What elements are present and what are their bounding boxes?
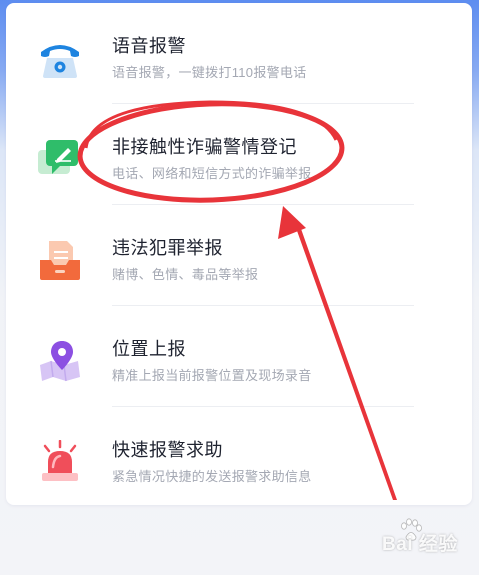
menu-item-title: 位置上报: [112, 339, 186, 359]
menu-item-desc: 紧急情况快捷的发送报警求助信息: [112, 469, 312, 484]
menu-item-title: 非接触性诈骗警情登记: [112, 137, 297, 157]
watermark-text: Bai 经验: [382, 534, 458, 555]
menu-item-desc: 电话、网络和短信方式的诈骗举报: [112, 166, 312, 181]
menu-item-title: 违法犯罪举报: [112, 238, 223, 258]
menu-item-desc: 语音报警，一键拨打110报警电话: [112, 65, 307, 80]
chat-edit-icon: [38, 137, 82, 181]
menu-item-crime-report[interactable]: 违法犯罪举报 赌博、色情、毒品等举报: [6, 205, 472, 306]
menu-item-desc: 精准上报当前报警位置及现场录音: [112, 368, 312, 383]
menu-item-title: 快速报警求助: [112, 440, 223, 460]
document-tray-icon: [38, 238, 82, 282]
paw-icon: [401, 518, 422, 541]
telephone-icon: [38, 36, 82, 80]
menu-item-voice-alarm[interactable]: 语音报警 语音报警，一键拨打110报警电话: [6, 3, 472, 104]
baidu-watermark: Bai 经验: [380, 518, 476, 559]
menu-item-fraud-registration[interactable]: 非接触性诈骗警情登记 电话、网络和短信方式的诈骗举报: [6, 104, 472, 205]
siren-icon: [38, 439, 82, 484]
menu-item-title: 语音报警: [112, 36, 186, 56]
map-pin-icon: [38, 339, 82, 383]
menu-item-desc: 赌博、色情、毒品等举报: [112, 267, 259, 282]
menu-item-quick-help[interactable]: 快速报警求助 紧急情况快捷的发送报警求助信息: [6, 407, 472, 508]
report-menu-card: 语音报警 语音报警，一键拨打110报警电话 非接触性诈骗警情登记 电话、网络和短…: [6, 3, 472, 505]
menu-item-location-report[interactable]: 位置上报 精准上报当前报警位置及现场录音: [6, 306, 472, 407]
